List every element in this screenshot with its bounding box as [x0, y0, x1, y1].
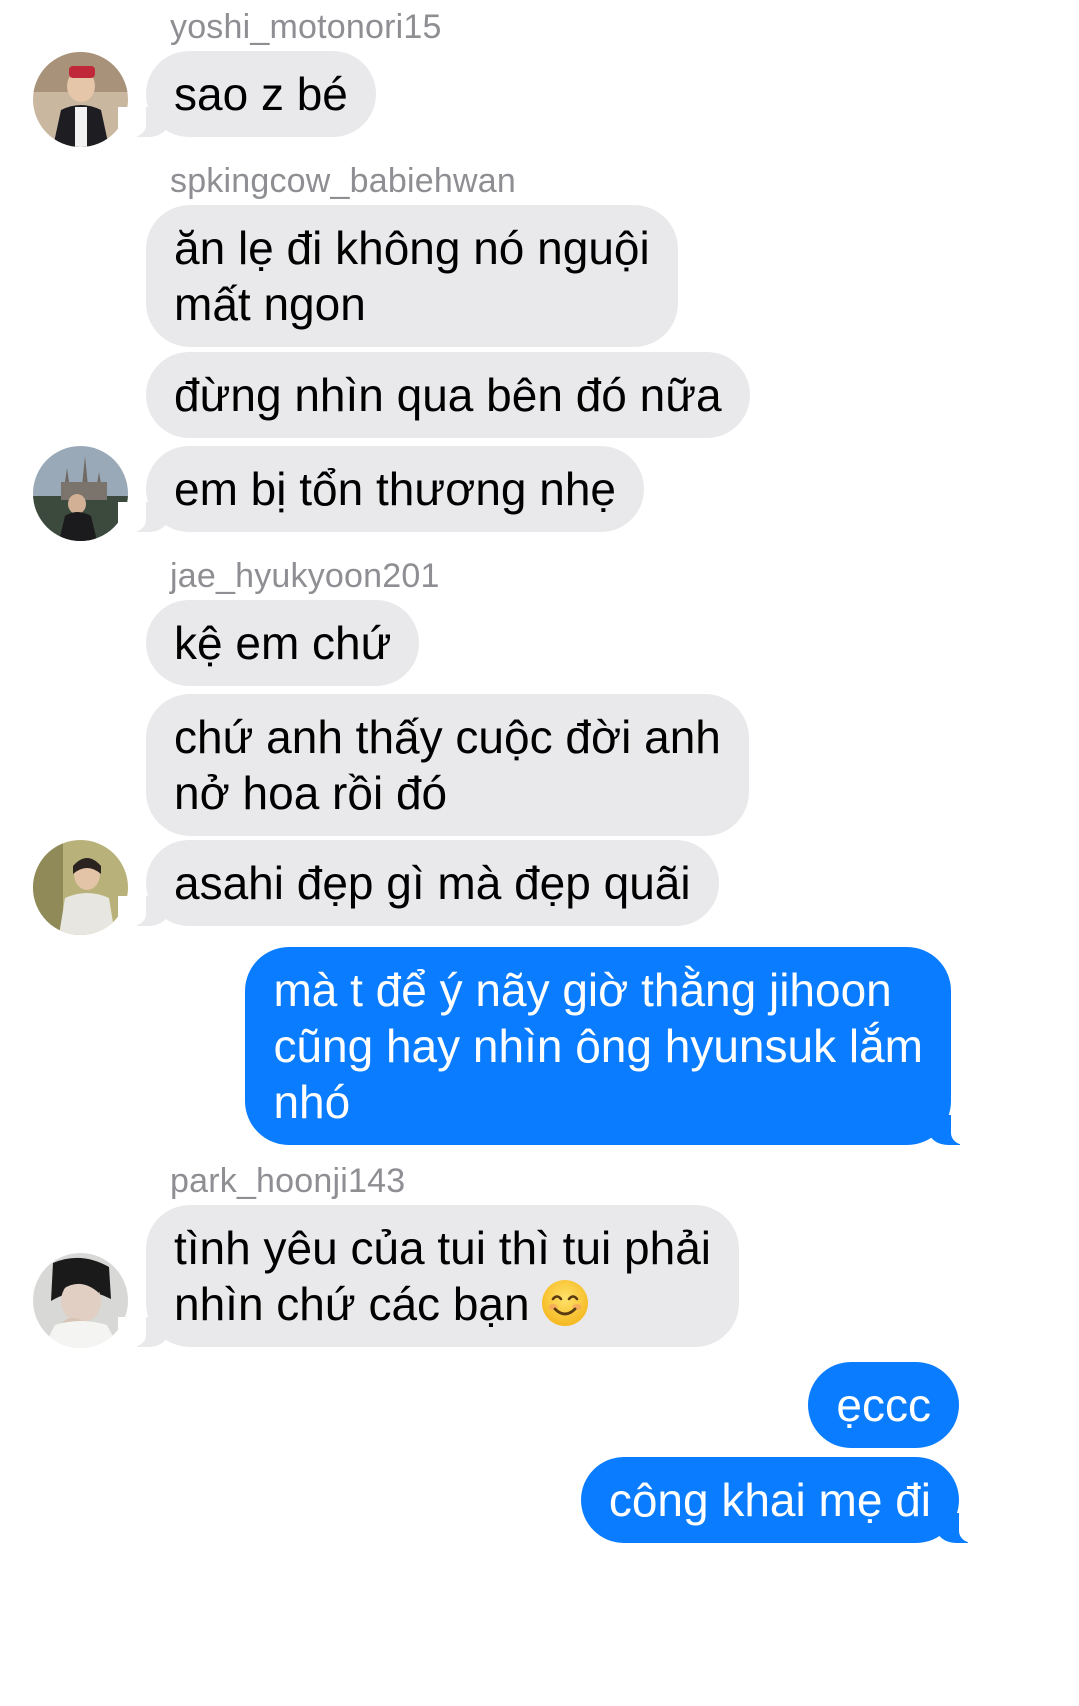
incoming-message[interactable]: em bị tổn thương nhẹ [117, 446, 645, 532]
message-text-line: chứ anh thấy cuộc đời anh [174, 711, 721, 763]
outgoing-message[interactable]: mà t để ý nãy giờ thằng jihoon cũng hay … [245, 947, 979, 1145]
sender-name: yoshi_motonori15 [170, 8, 442, 46]
avatar[interactable] [33, 840, 128, 935]
avatar-photo-icon [33, 446, 128, 541]
message-text-line: nở hoa rồi đó [174, 767, 448, 819]
avatar[interactable] [33, 446, 128, 541]
incoming-message[interactable]: sao z bé [118, 51, 376, 137]
avatar[interactable] [33, 1253, 128, 1348]
outgoing-message[interactable]: ẹccc [808, 1362, 959, 1448]
message-text-line: cũng hay nhìn ông hyunsuk lắm [273, 1020, 923, 1072]
avatar[interactable] [33, 52, 128, 147]
message-text: công khai mẹ đi [608, 1474, 931, 1526]
sender-name: spkingcow_babiehwan [170, 162, 516, 200]
message-text: asahi đẹp gì mà đẹp quãi [174, 857, 691, 909]
message-text: đừng nhìn qua bên đó nữa [174, 369, 722, 421]
message-text: sao z bé [174, 68, 348, 120]
smiling-face-icon [541, 1280, 588, 1326]
message-text-line: nhó [273, 1076, 351, 1128]
incoming-message[interactable]: kệ em chứ [146, 600, 420, 686]
incoming-message[interactable]: tình yêu của tui thì tui phải nhìn chứ c… [117, 1205, 740, 1347]
avatar-photo-icon [33, 52, 128, 147]
outgoing-message[interactable]: công khai mẹ đi [580, 1457, 988, 1543]
incoming-message[interactable]: ăn lẹ đi không nó nguội mất ngon [146, 205, 678, 347]
message-text: em bị tổn thương nhẹ [174, 463, 617, 515]
message-text: kệ em chứ [174, 617, 392, 669]
avatar-photo-icon [33, 1253, 128, 1348]
message-text-line: tình yêu của tui thì tui phải [174, 1222, 712, 1274]
incoming-message[interactable]: asahi đẹp gì mà đẹp quãi [118, 840, 719, 926]
sender-name: jae_hyukyoon201 [170, 557, 440, 595]
sender-name: park_hoonji143 [170, 1162, 406, 1200]
avatar-photo-icon [33, 840, 128, 935]
incoming-message[interactable]: chứ anh thấy cuộc đời anh nở hoa rồi đó [146, 694, 749, 836]
message-text-line: mất ngon [174, 278, 366, 330]
message-text: ẹccc [836, 1379, 931, 1431]
message-text-line: mà t để ý nãy giờ thằng jihoon [273, 964, 892, 1016]
message-text-line: nhìn chứ các bạn [174, 1278, 530, 1330]
message-text-line: ăn lẹ đi không nó nguội [174, 222, 650, 274]
incoming-message[interactable]: đừng nhìn qua bên đó nữa [146, 352, 750, 438]
